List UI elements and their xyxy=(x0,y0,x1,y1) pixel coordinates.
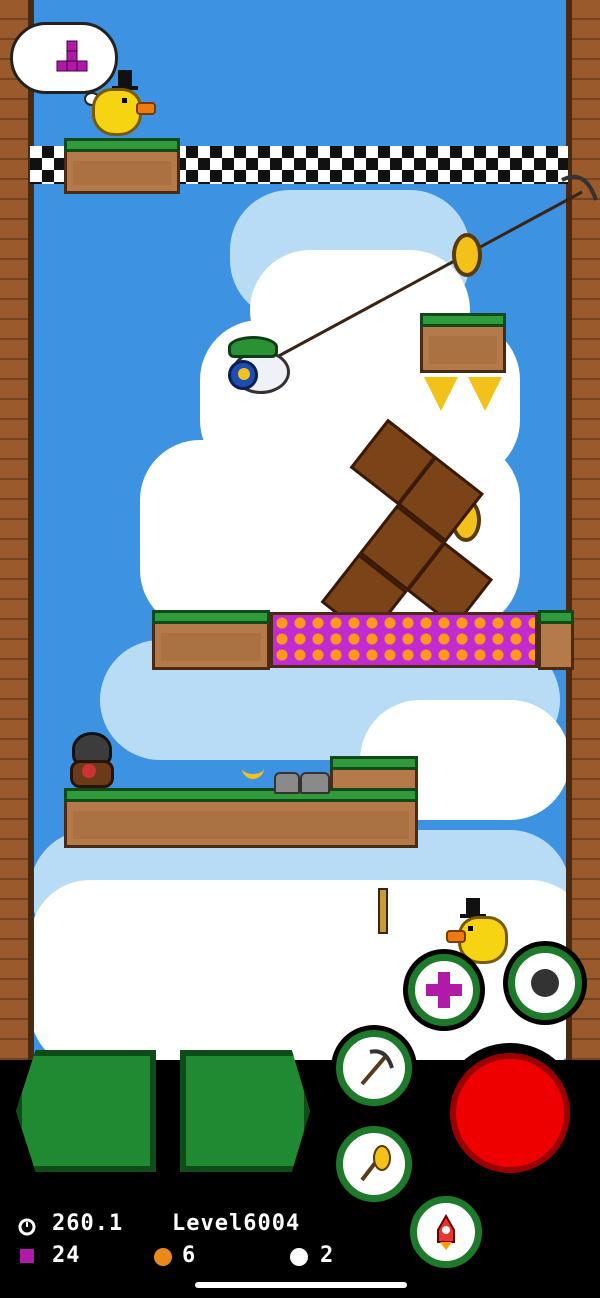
bombs-count: 6 xyxy=(182,1243,197,1268)
blocks-count: 24 xyxy=(52,1243,81,1268)
move-left-button[interactable] xyxy=(16,1050,156,1172)
floating-platform xyxy=(420,313,506,373)
player-character xyxy=(222,330,292,400)
grapple-button[interactable] xyxy=(336,1126,412,1202)
grappling-hook-icon xyxy=(360,1145,391,1182)
lava-pit xyxy=(270,612,538,668)
purple-block-icon xyxy=(20,1249,34,1263)
rocket-button[interactable] xyxy=(410,1196,482,1268)
pickaxe-icon xyxy=(360,1049,394,1086)
place-block-button[interactable] xyxy=(408,954,480,1026)
rock xyxy=(300,772,330,794)
jump-button[interactable] xyxy=(440,1043,580,1183)
lower-platform xyxy=(64,788,418,848)
coins-count: 2 xyxy=(320,1243,335,1268)
pickaxe-button[interactable] xyxy=(336,1030,412,1106)
plus-cross-icon xyxy=(426,972,462,1008)
bomb-button[interactable] xyxy=(508,946,582,1020)
sky-background xyxy=(0,0,600,1060)
home-indicator[interactable] xyxy=(195,1282,407,1288)
game-screen: 260.1 Level6004 24 6 2 xyxy=(0,0,600,1298)
stick xyxy=(378,888,388,934)
middle-platform xyxy=(152,610,270,670)
monkey-enemy xyxy=(64,732,118,790)
rock xyxy=(274,772,300,794)
level-label: Level6004 xyxy=(172,1211,301,1236)
move-right-button[interactable] xyxy=(180,1050,310,1172)
coin xyxy=(452,233,482,277)
clock-icon xyxy=(18,1218,36,1236)
ledge-right xyxy=(538,610,574,670)
orange-orb-icon xyxy=(154,1248,172,1266)
rocket-icon xyxy=(437,1213,455,1250)
timer-value: 260.1 xyxy=(52,1211,124,1236)
bomb-icon xyxy=(531,969,559,997)
spike xyxy=(468,377,502,411)
coin-icon xyxy=(290,1248,308,1266)
